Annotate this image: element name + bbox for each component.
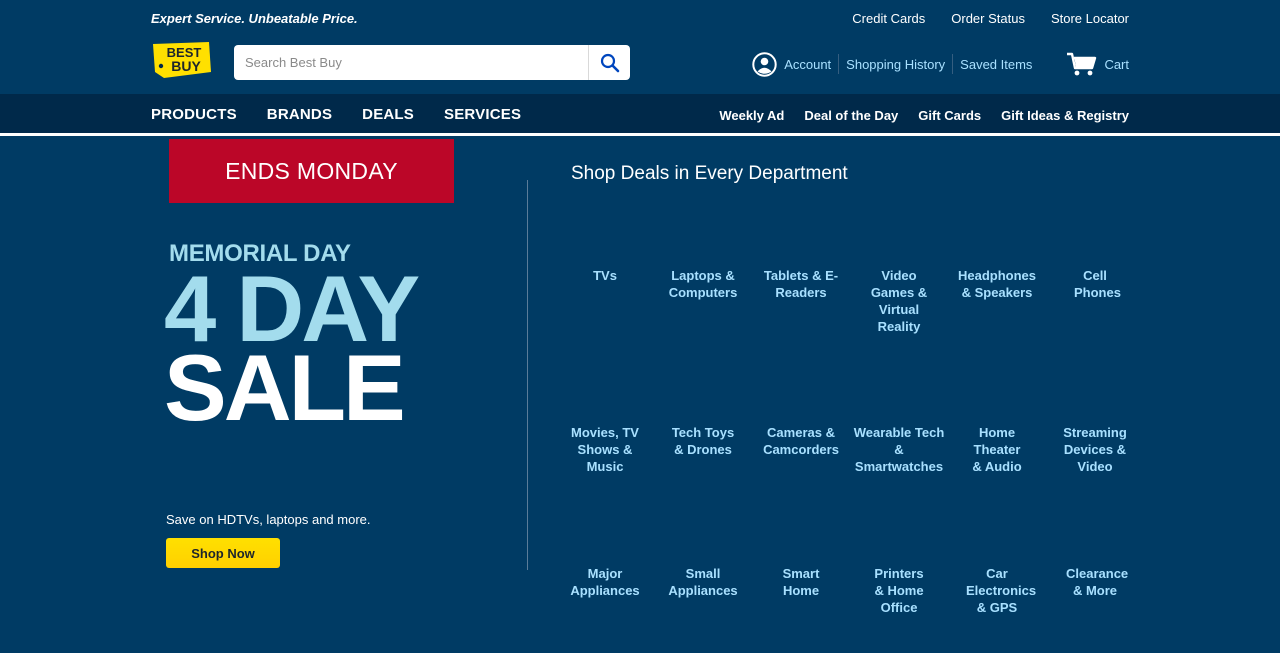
dept-clearance-more[interactable]: Clearance & More: [1046, 565, 1144, 599]
dept-car-electronics-gps[interactable]: Car Electronics & GPS: [948, 565, 1046, 616]
dept-tech-toys-drones[interactable]: Tech Toys & Drones: [654, 424, 752, 458]
dept-smart-home[interactable]: Smart Home: [752, 565, 850, 599]
best-buy-logo[interactable]: BEST BUY: [152, 42, 212, 82]
dept-video-games-vr[interactable]: Video Games & Virtual Reality: [850, 267, 948, 335]
nav-brands[interactable]: BRANDS: [267, 106, 332, 123]
hero-headline-line2: SALE: [164, 335, 406, 440]
section-divider: [527, 180, 528, 570]
hero-subtext: Save on HDTVs, laptops and more.: [166, 512, 371, 527]
tagline: Expert Service. Unbeatable Price.: [151, 11, 358, 26]
svg-text:BUY: BUY: [171, 58, 201, 74]
dept-laptops-computers[interactable]: Laptops & Computers: [654, 267, 752, 301]
dept-tablets-ereaders[interactable]: Tablets & E-Readers: [752, 267, 850, 301]
dept-major-appliances[interactable]: Major Appliances: [556, 565, 654, 599]
search-input[interactable]: [234, 45, 588, 80]
dept-small-appliances[interactable]: Small Appliances: [654, 565, 752, 599]
dept-streaming-devices[interactable]: Streaming Devices & Video: [1046, 424, 1144, 475]
dept-wearable-tech[interactable]: Wearable Tech & Smartwatches: [850, 424, 948, 475]
ends-monday-banner: ENDS MONDAY: [169, 139, 454, 203]
dept-headphones-speakers[interactable]: Headphones & Speakers: [948, 267, 1046, 301]
nav-services[interactable]: SERVICES: [444, 106, 521, 123]
dept-movies-tv-music[interactable]: Movies, TV Shows & Music: [556, 424, 654, 475]
nav-deals[interactable]: DEALS: [362, 106, 414, 123]
nav-products[interactable]: PRODUCTS: [151, 106, 237, 123]
dept-printers-home-office[interactable]: Printers & Home Office: [850, 565, 948, 616]
primary-nav: PRODUCTS BRANDS DEALS SERVICES: [151, 106, 521, 123]
shop-now-button[interactable]: Shop Now: [166, 538, 280, 568]
dept-tvs[interactable]: TVs: [556, 267, 654, 284]
dept-cameras-camcorders[interactable]: Cameras & Camcorders: [752, 424, 850, 458]
department-grid: TVs Laptops & Computers Tablets & E-Read…: [556, 0, 1144, 653]
dept-home-theater-audio[interactable]: Home Theater & Audio: [948, 424, 1046, 475]
dept-cell-phones[interactable]: Cell Phones: [1046, 267, 1144, 301]
